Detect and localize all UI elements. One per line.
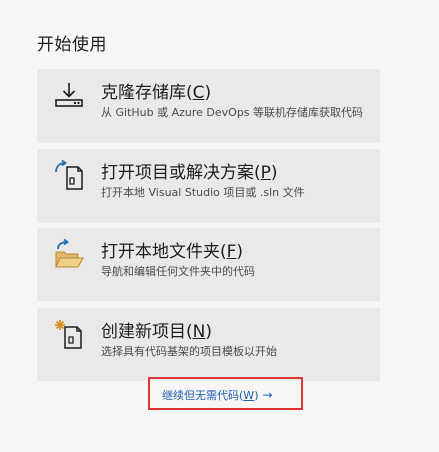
open-project-description: 打开本地 Visual Studio 项目或 .sln 文件 (101, 186, 305, 199)
create-new-project-button[interactable]: 创建新项目(N) 选择具有代码基架的项目模板以开始 (37, 308, 380, 381)
clone-repository-description: 从 GitHub 或 Azure DevOps 等联机存储库获取代码 (101, 106, 364, 119)
get-started-page: 开始使用 克隆存储库(C) 从 GitHub 或 Azure DevOps 等联… (0, 0, 439, 452)
create-new-project-title: 创建新项目(N) (101, 322, 212, 342)
open-project-title: 打开项目或解决方案(P) (101, 163, 278, 183)
continue-without-code-link[interactable]: 继续但无需代码(W) → (162, 387, 273, 403)
open-folder-title: 打开本地文件夹(F) (101, 242, 244, 262)
continue-highlight-box: 继续但无需代码(W) → (148, 377, 303, 410)
create-new-project-description: 选择具有代码基架的项目模板以开始 (101, 345, 277, 358)
download-icon (53, 80, 85, 112)
clone-repository-title: 克隆存储库(C) (101, 83, 212, 103)
open-folder-icon (53, 239, 85, 271)
new-project-icon (53, 319, 85, 351)
open-folder-button[interactable]: 打开本地文件夹(F) 导航和编辑任何文件夹中的代码 (37, 228, 380, 301)
open-project-icon (53, 160, 85, 192)
open-project-button[interactable]: 打开项目或解决方案(P) 打开本地 Visual Studio 项目或 .sln… (37, 149, 380, 223)
open-folder-description: 导航和编辑任何文件夹中的代码 (101, 265, 255, 278)
clone-repository-button[interactable]: 克隆存储库(C) 从 GitHub 或 Azure DevOps 等联机存储库获… (37, 69, 380, 143)
arrow-right-icon: → (262, 388, 273, 402)
section-title: 开始使用 (37, 35, 107, 55)
